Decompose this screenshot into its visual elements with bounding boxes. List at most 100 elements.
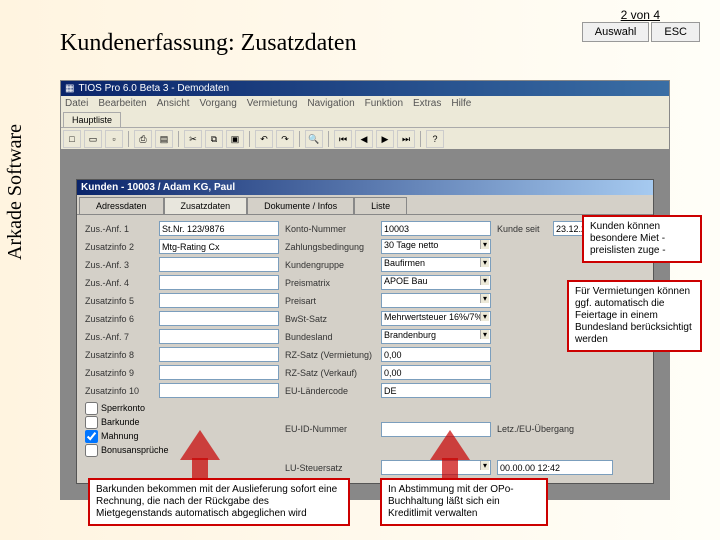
label-bland: Bundesland [285,332,375,342]
input-zusatz10[interactable] [159,383,279,398]
tb-new-icon[interactable]: □ [63,130,81,148]
input-zusatz4[interactable] [159,275,279,290]
cb-sperrkonto[interactable] [85,402,98,415]
menu-item[interactable]: Vermietung [247,98,298,109]
tb-open-icon[interactable]: ▭ [84,130,102,148]
callout-bundesland: Für Vermietungen können ggf. automatisch… [567,280,702,352]
callout-barkunde: Barkunden bekommen mit der Auslieferung … [88,478,350,526]
callout-preisliste: Kunden können besondere Miet - preislist… [582,215,702,263]
label-kundeseit: Kunde seit [497,224,547,234]
cb-barkunde-label: Barkunde [101,415,140,429]
cb-bonus-label: Bonusansprüche [101,443,169,457]
select-lusteu[interactable] [381,460,491,475]
cb-bonus[interactable] [85,444,98,457]
tab-main[interactable]: Hauptliste [63,112,121,127]
select-zahlbed[interactable]: 30 Tage netto [381,239,491,254]
tb-cut-icon[interactable]: ✂ [184,130,202,148]
label-rzverk: RZ-Satz (Verkauf) [285,368,375,378]
label-preisart: Preisart [285,296,375,306]
select-preisart[interactable] [381,293,491,308]
cb-sperrkonto-label: Sperrkonto [101,401,145,415]
input-eulang[interactable] [381,383,491,398]
menu-item[interactable]: Bearbeiten [98,98,146,109]
input-zusatz3[interactable] [159,257,279,272]
tb-preview-icon[interactable]: ▤ [155,130,173,148]
tab-adressdaten[interactable]: Adressdaten [79,197,164,214]
toolbar-separator [299,131,300,147]
label-zusatz6: Zusatzinfo 6 [85,314,153,324]
auswahl-button[interactable]: Auswahl [582,22,650,42]
tb-first-icon[interactable]: ⏮ [334,130,352,148]
input-zusatz8[interactable] [159,347,279,362]
menu-item[interactable]: Vorgang [200,98,237,109]
top-buttons: Auswahl ESC [582,22,700,42]
input-rzverk[interactable] [381,365,491,380]
label-konto: Konto-Nummer [285,224,375,234]
form-area: Zus.-Anf. 1 Konto-Nummer Kunde seit Zusa… [77,215,653,499]
label-zahlbed: Zahlungsbedingung [285,242,375,252]
menu-item[interactable]: Funktion [365,98,403,109]
cb-barkunde[interactable] [85,416,98,429]
tb-last-icon[interactable]: ⏭ [397,130,415,148]
label-zusatz5: Zusatzinfo 5 [85,296,153,306]
tb-redo-icon[interactable]: ↷ [276,130,294,148]
tb-undo-icon[interactable]: ↶ [255,130,273,148]
menu-item[interactable]: Ansicht [157,98,190,109]
tb-prev-icon[interactable]: ◀ [355,130,373,148]
cb-mahnung[interactable] [85,430,98,443]
input-letzteu[interactable] [497,460,613,475]
cb-mahnung-label: Mahnung [101,429,139,443]
app-icon: ▦ [65,83,74,94]
label-letzteu: Letz./EU-Übergang [497,424,613,434]
window-titlebar: ▦ TIOS Pro 6.0 Beta 3 - Demodaten [61,81,669,96]
toolbar-separator [128,131,129,147]
select-preisliste[interactable]: APOE Bau [381,275,491,290]
tab-zusatzdaten[interactable]: Zusatzdaten [164,197,248,214]
window-title: TIOS Pro 6.0 Beta 3 - Demodaten [78,83,229,94]
label-lusteu: LU-Steuersatz [285,463,375,473]
tb-help-icon[interactable]: ? [426,130,444,148]
input-zusatz9[interactable] [159,365,279,380]
input-zusatz5[interactable] [159,293,279,308]
select-bland[interactable]: Brandenburg [381,329,491,344]
page-counter: 2 von 4 [621,8,660,22]
tb-save-icon[interactable]: ▫ [105,130,123,148]
brand-label: Arkade Software [4,124,27,260]
tab-liste[interactable]: Liste [354,197,407,214]
tb-next-icon[interactable]: ▶ [376,130,394,148]
label-zusatz1: Zus.-Anf. 1 [85,224,153,234]
callout-kreditlimit: In Abstimmung mit der OPo-Buchhaltung lä… [380,478,548,526]
label-zusatz8: Zusatzinfo 8 [85,350,153,360]
tb-search-icon[interactable]: 🔍 [305,130,323,148]
child-window-title: Kunden - 10003 / Adam KG, Paul [77,180,653,195]
tb-paste-icon[interactable]: ▣ [226,130,244,148]
menu-item[interactable]: Extras [413,98,441,109]
input-rzmiet[interactable] [381,347,491,362]
tb-print-icon[interactable]: ⎙ [134,130,152,148]
toolbar-separator [178,131,179,147]
label-rzmiet: RZ-Satz (Vermietung) [285,350,375,360]
label-zusatz2: Zusatzinfo 2 [85,242,153,252]
label-zusatz9: Zusatzinfo 9 [85,368,153,378]
esc-button[interactable]: ESC [651,22,700,42]
slide-title: Kundenerfassung: Zusatzdaten [60,30,357,57]
window-tab-row: Hauptliste [61,111,669,128]
input-zusatz1[interactable] [159,221,279,236]
menu-item[interactable]: Datei [65,98,88,109]
select-bws[interactable]: Mehrwertsteuer 16%/7% [381,311,491,326]
input-zusatz2[interactable] [159,239,279,254]
input-konto[interactable] [381,221,491,236]
toolbar-separator [249,131,250,147]
input-zusatz7[interactable] [159,329,279,344]
select-kgruppe[interactable]: Baufirmen [381,257,491,272]
input-zusatz6[interactable] [159,311,279,326]
label-euid: EU-ID-Nummer [285,424,375,434]
tb-copy-icon[interactable]: ⧉ [205,130,223,148]
label-preisliste: Preismatrix [285,278,375,288]
child-tabs: Adressdaten Zusatzdaten Dokumente / Info… [77,195,653,215]
menu-item[interactable]: Hilfe [451,98,471,109]
menu-item[interactable]: Navigation [307,98,354,109]
toolbar-separator [420,131,421,147]
arrow-icon [430,430,470,460]
tab-dokumente[interactable]: Dokumente / Infos [247,197,354,214]
